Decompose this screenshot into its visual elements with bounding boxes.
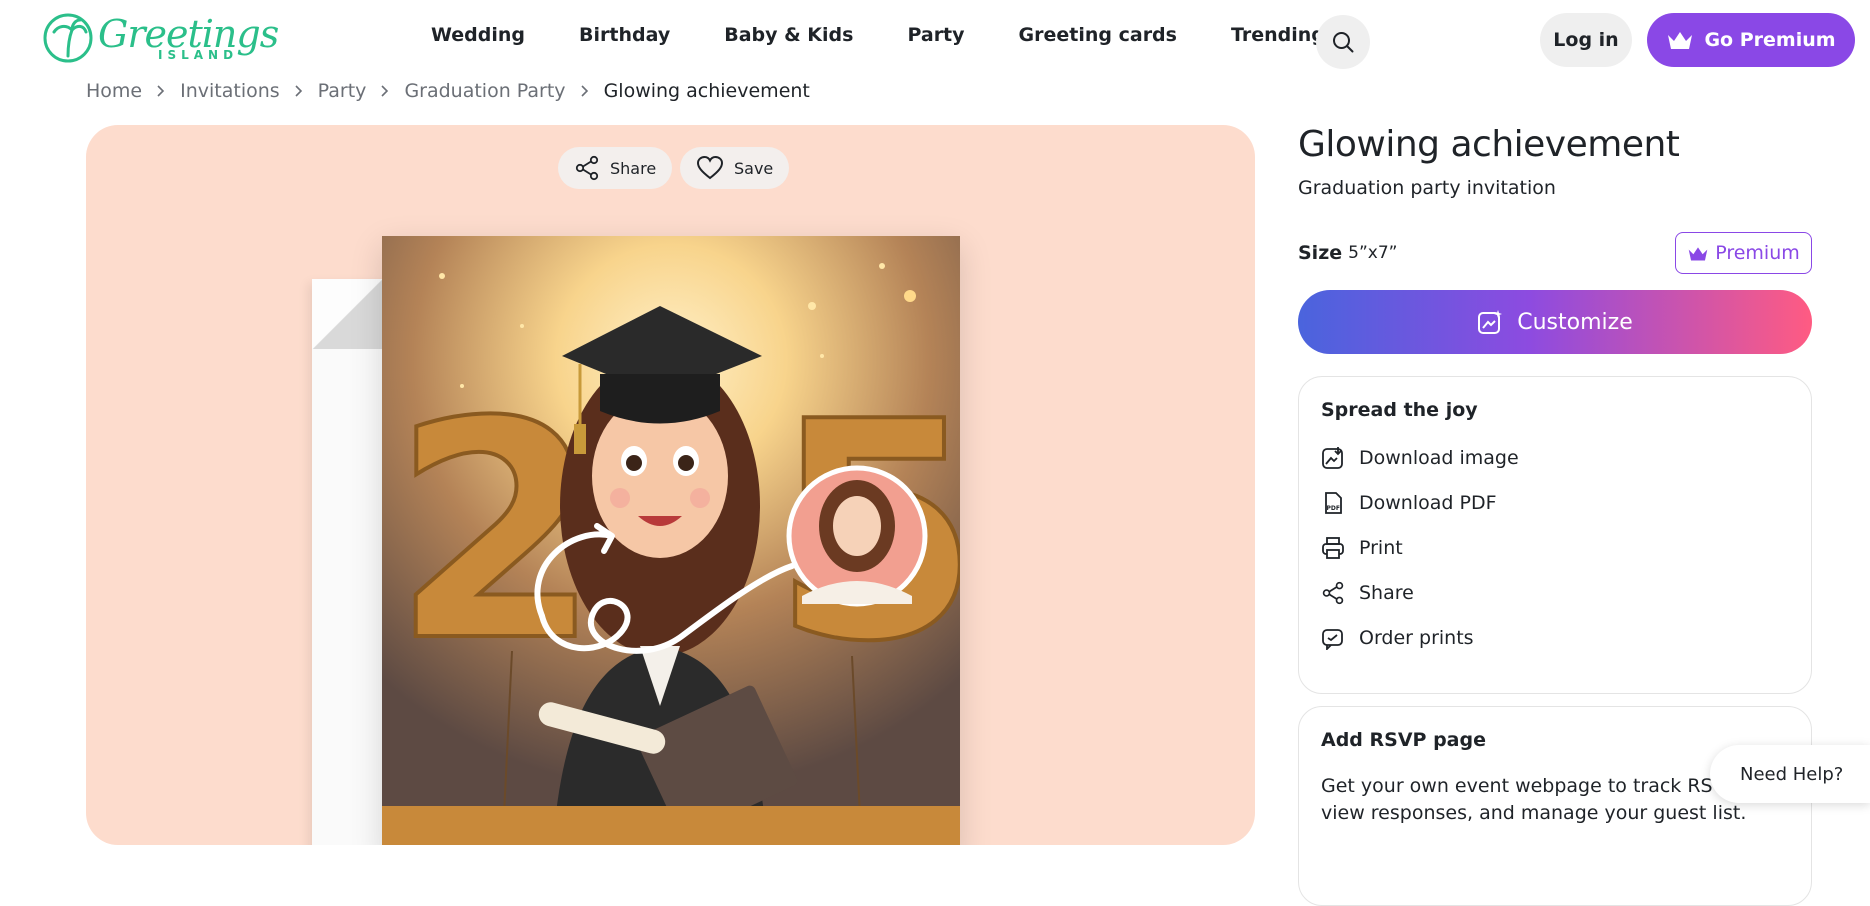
nav-item-greeting-cards[interactable]: Greeting cards [1019, 24, 1177, 46]
nav-item-baby-kids[interactable]: Baby & Kids [724, 24, 853, 46]
nav-item-party[interactable]: Party [907, 24, 964, 46]
nav-item-wedding[interactable]: Wedding [431, 24, 525, 46]
premium-tag[interactable]: Premium [1675, 232, 1812, 274]
crown-icon [1668, 32, 1693, 49]
top-bar: Greetings ISLAND Wedding Birthday Baby &… [0, 0, 1870, 80]
search-icon [1333, 32, 1354, 53]
card-preview-area: Share Save 2 5 [86, 125, 1255, 845]
spread-the-joy-title: Spread the joy [1321, 399, 1478, 421]
heart-icon [696, 155, 724, 180]
go-premium-button[interactable]: Go Premium [1647, 13, 1855, 67]
breadcrumb-graduation-party[interactable]: Graduation Party [404, 80, 565, 102]
breadcrumb-home[interactable]: Home [86, 80, 142, 102]
svg-text:PDF: PDF [1327, 505, 1340, 512]
order-prints-icon [1322, 628, 1343, 650]
size-row: Size 5”x7” Premium [1298, 232, 1812, 274]
chevron-right-icon [580, 84, 590, 98]
nav-item-birthday[interactable]: Birthday [579, 24, 670, 46]
breadcrumb-party[interactable]: Party [318, 80, 367, 102]
palm-tree-logo-icon [43, 13, 93, 63]
main-nav: Wedding Birthday Baby & Kids Party Greet… [431, 24, 1379, 46]
product-side-panel: Glowing achievement Graduation party inv… [1298, 124, 1812, 906]
search-button[interactable] [1316, 15, 1370, 69]
share-icon [575, 155, 599, 181]
card-fold [312, 279, 382, 349]
premium-tag-label: Premium [1715, 242, 1800, 264]
size-label: Size [1298, 242, 1343, 264]
graduate-illustration: 2 5 [382, 263, 960, 845]
need-help-button[interactable]: Need Help? [1710, 745, 1870, 803]
share-option[interactable]: Share [1321, 570, 1789, 615]
download-image-option[interactable]: Download image [1321, 435, 1789, 480]
chevron-right-icon [294, 84, 304, 98]
breadcrumb-current: Glowing achievement [603, 80, 810, 102]
customize-sparkle-icon [1478, 310, 1503, 334]
download-pdf-label: Download PDF [1359, 491, 1497, 514]
download-image-label: Download image [1359, 446, 1519, 469]
size-value: 5”x7” [1348, 243, 1398, 263]
share-icon [1322, 581, 1344, 604]
download-image-icon [1322, 446, 1343, 469]
printer-icon [1322, 536, 1344, 559]
crown-icon [1688, 246, 1708, 260]
breadcrumb-invitations[interactable]: Invitations [180, 80, 280, 102]
product-subtitle: Graduation party invitation [1298, 177, 1556, 199]
logo[interactable]: Greetings ISLAND [42, 12, 279, 64]
customize-label: Customize [1517, 309, 1633, 335]
rsvp-panel: Add RSVP page Get your own event webpage… [1298, 706, 1812, 906]
spread-the-joy-panel: Spread the joy Download image PDF Downlo… [1298, 376, 1812, 694]
print-option[interactable]: Print [1321, 525, 1789, 570]
save-label: Save [734, 158, 774, 178]
rsvp-title: Add RSVP page [1321, 729, 1486, 751]
product-title: Glowing achievement [1298, 124, 1680, 165]
chevron-right-icon [380, 84, 390, 98]
share-option-label: Share [1359, 581, 1414, 604]
print-label: Print [1359, 536, 1403, 559]
breadcrumb: Home Invitations Party Graduation Party … [86, 80, 810, 102]
share-options-list: Download image PDF Download PDF Print Sh… [1321, 435, 1789, 660]
invitation-card-image[interactable]: 2 5 [382, 236, 960, 845]
go-premium-label: Go Premium [1704, 29, 1836, 51]
download-pdf-option[interactable]: PDF Download PDF [1321, 480, 1789, 525]
chevron-right-icon [156, 84, 166, 98]
save-button[interactable]: Save [680, 147, 790, 189]
order-prints-label: Order prints [1359, 626, 1474, 649]
share-label: Share [610, 158, 657, 178]
login-button[interactable]: Log in [1540, 13, 1632, 67]
customize-button[interactable]: Customize [1298, 290, 1812, 354]
share-button[interactable]: Share [558, 147, 673, 189]
pdf-icon: PDF [1325, 491, 1342, 514]
order-prints-option[interactable]: Order prints [1321, 615, 1789, 660]
nav-item-trending[interactable]: Trending [1231, 24, 1325, 46]
